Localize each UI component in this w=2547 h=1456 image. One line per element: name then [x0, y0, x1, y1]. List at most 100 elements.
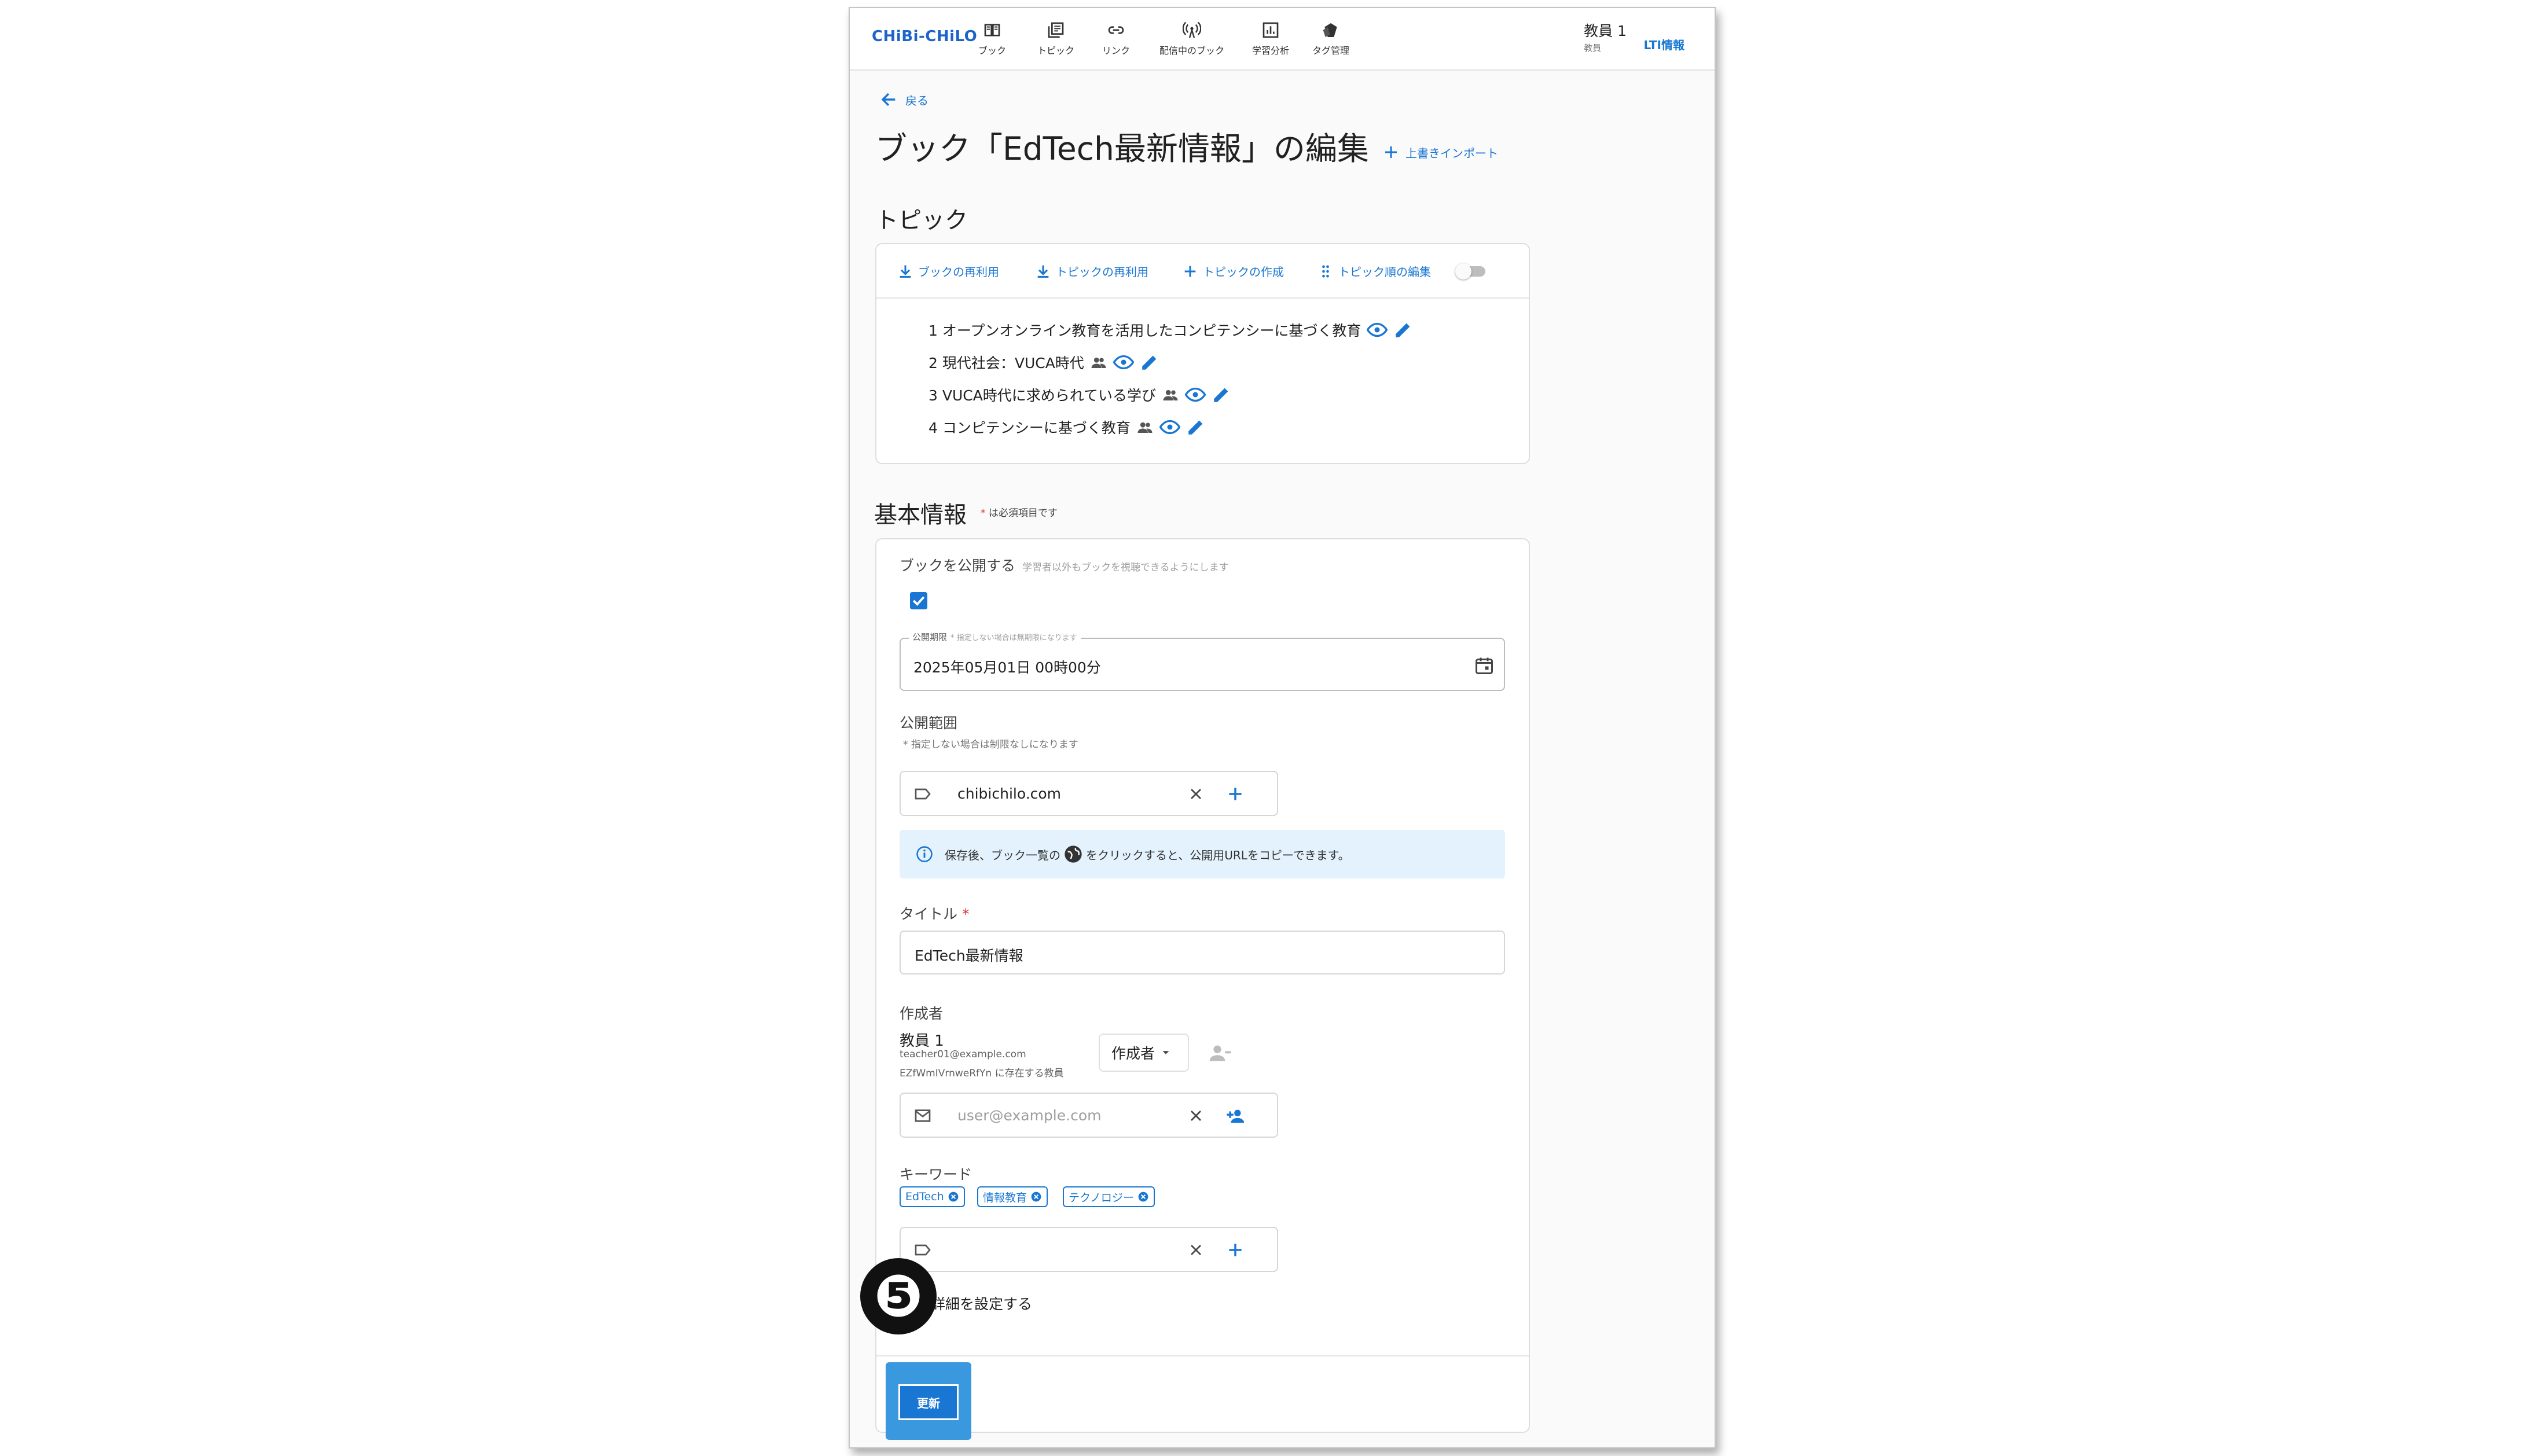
lti-info-link[interactable]: LTI情報	[1643, 36, 1684, 53]
book-icon	[984, 24, 1000, 36]
publish-row: ブックを公開する 学習者以外もブックを視聴できるようにします	[900, 554, 1229, 575]
app-logo[interactable]: CHiBi-CHiLO	[872, 28, 977, 45]
globe-icon	[1065, 845, 1082, 863]
required-note-text: は必須項目です	[988, 508, 1058, 519]
period-legend: 公開期限 * 指定しない場合は無期限になります	[909, 631, 1081, 643]
analytics-icon	[1263, 22, 1279, 38]
reuse-book-button[interactable]: ブックの再利用	[897, 263, 999, 280]
clear-icon[interactable]	[1187, 1106, 1205, 1125]
plus-icon	[1385, 146, 1397, 158]
nav-analytics[interactable]: 学習分析	[1245, 21, 1297, 61]
user-name: 教員 1	[1584, 23, 1627, 39]
keywords-label: キーワード	[900, 1166, 972, 1183]
nav-broadcast-books[interactable]: 配信中のブック	[1148, 21, 1235, 61]
nav-label: 配信中のブック	[1159, 45, 1224, 56]
topics-toolbar: ブックの再利用 トピックの再利用 トピックの作成 トピック順の編集	[876, 244, 1529, 299]
nav-label: トピック	[1037, 45, 1074, 56]
check-icon	[912, 596, 925, 606]
advanced-settings-toggle[interactable]: 詳細を設定する	[931, 1293, 1032, 1314]
clear-icon[interactable]	[1187, 1241, 1205, 1259]
edit-pencil-icon[interactable]	[1212, 385, 1231, 405]
remove-person-icon[interactable]	[1209, 1042, 1232, 1065]
required-note: * は必須項目です	[981, 505, 1058, 519]
keyword-text: 情報教育	[983, 1191, 1027, 1204]
basic-info-card: ブックを公開する 学習者以外もブックを視聴できるようにします 公開期限 * 指定しな…	[860, 538, 1530, 1440]
scope-input[interactable]: chibichilo.com	[900, 771, 1278, 816]
eye-icon[interactable]	[1159, 417, 1180, 437]
back-link[interactable]: 戻る	[879, 90, 928, 109]
scope-hint: * 指定しない場合は制限なしになります	[903, 739, 1078, 751]
plus-icon	[1184, 266, 1196, 277]
link-icon	[1108, 26, 1124, 34]
chip-delete-icon[interactable]	[948, 1191, 959, 1203]
eye-icon[interactable]	[1367, 319, 1388, 340]
step-number-badge: ❺	[860, 1258, 937, 1334]
author-role-select[interactable]: 作成者	[1099, 1034, 1189, 1072]
clear-icon[interactable]	[1187, 785, 1205, 803]
nav-book[interactable]: ブック	[974, 21, 1011, 61]
edit-pencil-icon[interactable]	[1186, 417, 1206, 437]
plus-icon[interactable]	[1226, 1241, 1245, 1259]
calendar-icon[interactable]	[1474, 655, 1495, 676]
chip-delete-icon[interactable]	[1137, 1191, 1149, 1203]
author-email-input[interactable]: user@example.com	[900, 1093, 1278, 1138]
dropdown-arrow-icon	[1162, 1051, 1169, 1054]
arrow-back-icon	[881, 93, 896, 106]
label-tag-icon	[915, 788, 931, 800]
publish-label: ブックを公開する	[900, 557, 1016, 574]
user-info[interactable]: 教員 1 教員	[1584, 20, 1627, 54]
keyword-chip[interactable]: テクノロジー	[1063, 1186, 1155, 1207]
reuse-topic-button[interactable]: トピックの再利用	[1035, 263, 1148, 280]
shared-people-icon	[1137, 422, 1153, 433]
edit-pencil-icon[interactable]	[1140, 352, 1159, 372]
update-button[interactable]: 更新	[898, 1384, 959, 1420]
period-value: 2025年05月01日 00時00分	[913, 659, 1101, 676]
topic-icon	[1048, 22, 1064, 38]
publish-period-field[interactable]: 公開期限 * 指定しない場合は無期限になります 2025年05月01日 00時00…	[900, 631, 1505, 691]
nav-label: ブック	[978, 45, 1006, 56]
publish-checkbox[interactable]	[910, 592, 927, 609]
scope-value: chibichilo.com	[957, 785, 1062, 802]
topic-order-toggle[interactable]	[1455, 263, 1485, 280]
topic-item: 2 現代社会：VUCA時代	[928, 352, 1159, 373]
nav-topic[interactable]: トピック	[1033, 21, 1079, 61]
add-person-icon[interactable]	[1226, 1106, 1246, 1126]
chip-delete-icon[interactable]	[1030, 1191, 1042, 1203]
highlight-box: 更新	[886, 1362, 971, 1440]
mail-icon	[915, 1109, 931, 1122]
create-topic-label: トピックの作成	[1203, 265, 1284, 279]
scope-label: 公開範囲	[900, 715, 958, 731]
page-title: ブック「EdTech最新情報」の編集	[875, 130, 1369, 167]
author-label: 作成者	[900, 1005, 944, 1022]
topics-heading: トピック	[875, 207, 968, 234]
reuse-book-label: ブックの再利用	[918, 265, 999, 279]
keyword-chip[interactable]: 情報教育	[977, 1186, 1048, 1207]
nav-label: 学習分析	[1252, 45, 1289, 56]
app-bar: CHiBi-CHiLO ブック トピック リンク 配信中のブック 学習分析 タグ…	[850, 8, 1715, 71]
user-role: 教員	[1584, 43, 1602, 53]
back-label: 戻る	[905, 93, 928, 108]
nav-link[interactable]: リンク	[1098, 21, 1135, 61]
plus-icon[interactable]	[1226, 785, 1245, 803]
keyword-chip[interactable]: EdTech	[900, 1186, 965, 1207]
author-email: teacher01@example.com	[900, 1049, 1026, 1060]
nav-tags[interactable]: タグ管理	[1305, 21, 1357, 61]
edit-topic-order-button[interactable]: トピック順の編集	[1317, 263, 1431, 280]
edit-pencil-icon[interactable]	[1393, 320, 1413, 340]
title-required-mark: *	[961, 906, 970, 922]
topic-title: 4 コンピテンシーに基づく教育	[928, 420, 1131, 436]
create-topic-button[interactable]: トピックの作成	[1182, 263, 1284, 280]
title-input[interactable]: EdTech最新情報	[900, 931, 1505, 975]
eye-icon[interactable]	[1185, 384, 1206, 405]
topic-item: 3 VUCA時代に求められている学び	[928, 384, 1231, 405]
topic-title: 2 現代社会：VUCA時代	[928, 355, 1084, 372]
shared-people-icon	[1091, 357, 1106, 368]
keyword-text: テクノロジー	[1069, 1191, 1134, 1204]
overwrite-import-button[interactable]: 上書きインポート	[1382, 144, 1498, 161]
tag-icon	[1323, 23, 1337, 37]
download-icon	[1037, 265, 1049, 278]
keyword-input[interactable]	[900, 1227, 1278, 1272]
eye-icon[interactable]	[1113, 352, 1134, 373]
nav-label: リンク	[1102, 45, 1130, 56]
required-mark: *	[981, 508, 986, 519]
